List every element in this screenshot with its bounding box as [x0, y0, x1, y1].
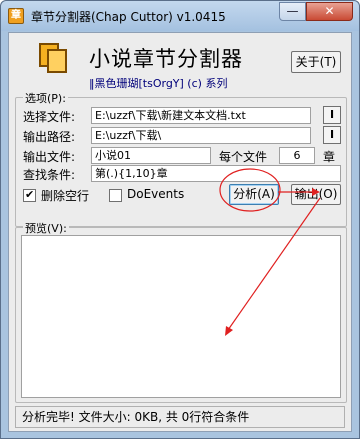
delete-blank-checkbox[interactable] — [23, 188, 36, 202]
preview-group-label: 预览(V): — [23, 220, 69, 236]
window-title: 章节分割器(Chap Cuttor) v1.0415 — [31, 10, 226, 24]
output-button[interactable]: 输出(O) — [291, 184, 341, 205]
app-subtitle: ‖黑色珊瑚[tsOrgY] (c) 系列 — [89, 77, 228, 90]
app-heading: 小说章节分割器 — [89, 47, 243, 71]
close-button[interactable]: ✕ — [306, 2, 353, 21]
options-group-label: 选项(P): — [23, 90, 68, 106]
select-file-field[interactable]: E:\uzzf\下载\新建文本文档.txt — [91, 107, 311, 124]
status-bar: 分析完毕! 文件大小: 0KB, 共 0行符合条件 — [15, 406, 345, 428]
output-file-label: 输出文件: — [23, 150, 76, 164]
chapters-per-file-field[interactable]: 6 — [279, 147, 315, 164]
about-button[interactable]: 关于(T) — [291, 51, 341, 73]
analyze-button[interactable]: 分析(A) — [229, 184, 279, 205]
browse-path-button[interactable]: I — [323, 126, 341, 144]
output-path-label: 输出路径: — [23, 130, 76, 144]
minimize-button[interactable]: — — [279, 2, 306, 21]
output-file-field[interactable]: 小说01 — [91, 147, 211, 164]
logo-icon — [39, 43, 71, 75]
doevents-checkbox[interactable] — [109, 189, 122, 202]
delete-blank-label: 删除空行 — [41, 189, 90, 203]
browse-file-button[interactable]: I — [323, 106, 341, 124]
title-bar[interactable]: 章 章节分割器(Chap Cuttor) v1.0415 — ✕ — [1, 1, 359, 31]
per-file-label: 每个文件 — [219, 150, 268, 164]
output-path-field[interactable]: E:\uzzf\下载\ — [91, 127, 311, 144]
search-condition-label: 查找条件: — [23, 168, 76, 182]
app-window: 章 章节分割器(Chap Cuttor) v1.0415 — ✕ 小说章节分割器… — [0, 0, 360, 439]
chapter-unit-label: 章 — [323, 150, 336, 164]
doevents-label: DoEvents — [127, 187, 185, 201]
search-condition-field[interactable]: 第(.){1,10}章 — [91, 165, 341, 182]
preview-textarea[interactable] — [21, 235, 341, 398]
app-icon: 章 — [8, 8, 24, 24]
select-file-label: 选择文件: — [23, 110, 76, 124]
client-area: 小说章节分割器 关于(T) ‖黑色珊瑚[tsOrgY] (c) 系列 选项(P)… — [8, 32, 352, 432]
